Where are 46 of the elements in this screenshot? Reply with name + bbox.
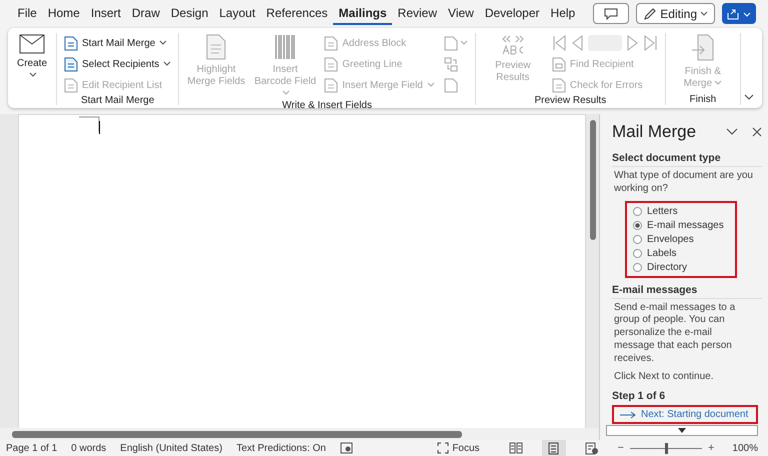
pane-title: Mail Merge [612, 122, 698, 142]
page-count[interactable]: Page 1 of 1 [6, 442, 58, 454]
menu-tab[interactable]: References [260, 2, 334, 25]
zoom-level[interactable]: 100% [732, 442, 758, 454]
radio-option[interactable]: Directory [633, 262, 729, 273]
focus-button[interactable]: Focus [437, 442, 480, 454]
option-label: Directory [647, 262, 688, 273]
language-status[interactable]: English (United States) [120, 442, 222, 454]
next-link[interactable]: Next: Starting document [641, 409, 748, 420]
group-label: Preview Results [534, 95, 608, 106]
option-label: E-mail messages [647, 220, 724, 231]
radio-option[interactable]: E-mail messages [633, 220, 729, 231]
menu-tab[interactable]: Mailings [333, 2, 392, 25]
menu-tab[interactable]: File [12, 2, 42, 25]
create-button[interactable]: Create [12, 33, 52, 82]
pane-text: Click Next to continue. [614, 370, 714, 384]
menu-tab[interactable]: Help [545, 2, 581, 25]
menu-tab[interactable]: Insert [85, 2, 126, 25]
radio-option[interactable]: Envelopes [633, 234, 729, 245]
option-label: Letters [647, 206, 678, 217]
editing-button[interactable]: Editing [636, 3, 715, 24]
step-label: Step 1 of 6 [612, 390, 666, 404]
menu-tab[interactable]: Developer [479, 2, 546, 25]
word-count[interactable]: 0 words [71, 442, 106, 454]
option-label: Envelopes [647, 234, 694, 245]
group-label: Write & Insert Fields [281, 100, 373, 111]
group-label: Finish [688, 94, 718, 105]
menu-tab[interactable]: Layout [214, 2, 261, 25]
text-predictions-status[interactable]: Text Predictions: On [236, 442, 326, 454]
group-label: Start Mail Merge [80, 95, 156, 106]
radio-option[interactable]: Letters [633, 206, 729, 217]
ribbon-button[interactable]: Start Mail Merge [61, 33, 174, 53]
option-label: Labels [647, 248, 676, 259]
pane-text: What type of document are you working on? [614, 170, 754, 196]
menu-tab[interactable]: Design [165, 2, 214, 25]
zoom-in-button[interactable]: + [708, 442, 714, 454]
menu-tab[interactable]: View [442, 2, 480, 25]
pane-text: Send e-mail messages to a group of people. You can personalize the e-mail message that each person receives. [614, 302, 736, 366]
radio-option[interactable]: Labels [633, 248, 729, 259]
section-heading: E-mail messages [612, 284, 762, 299]
ribbon-button[interactable]: Select Recipients [61, 54, 174, 74]
section-heading: Select document type [612, 152, 762, 167]
menu-tab[interactable]: Draw [126, 2, 166, 25]
zoom-out-button[interactable]: − [618, 442, 624, 454]
menu-tab[interactable]: Review [392, 2, 443, 25]
menu-tab[interactable]: Home [42, 2, 86, 25]
